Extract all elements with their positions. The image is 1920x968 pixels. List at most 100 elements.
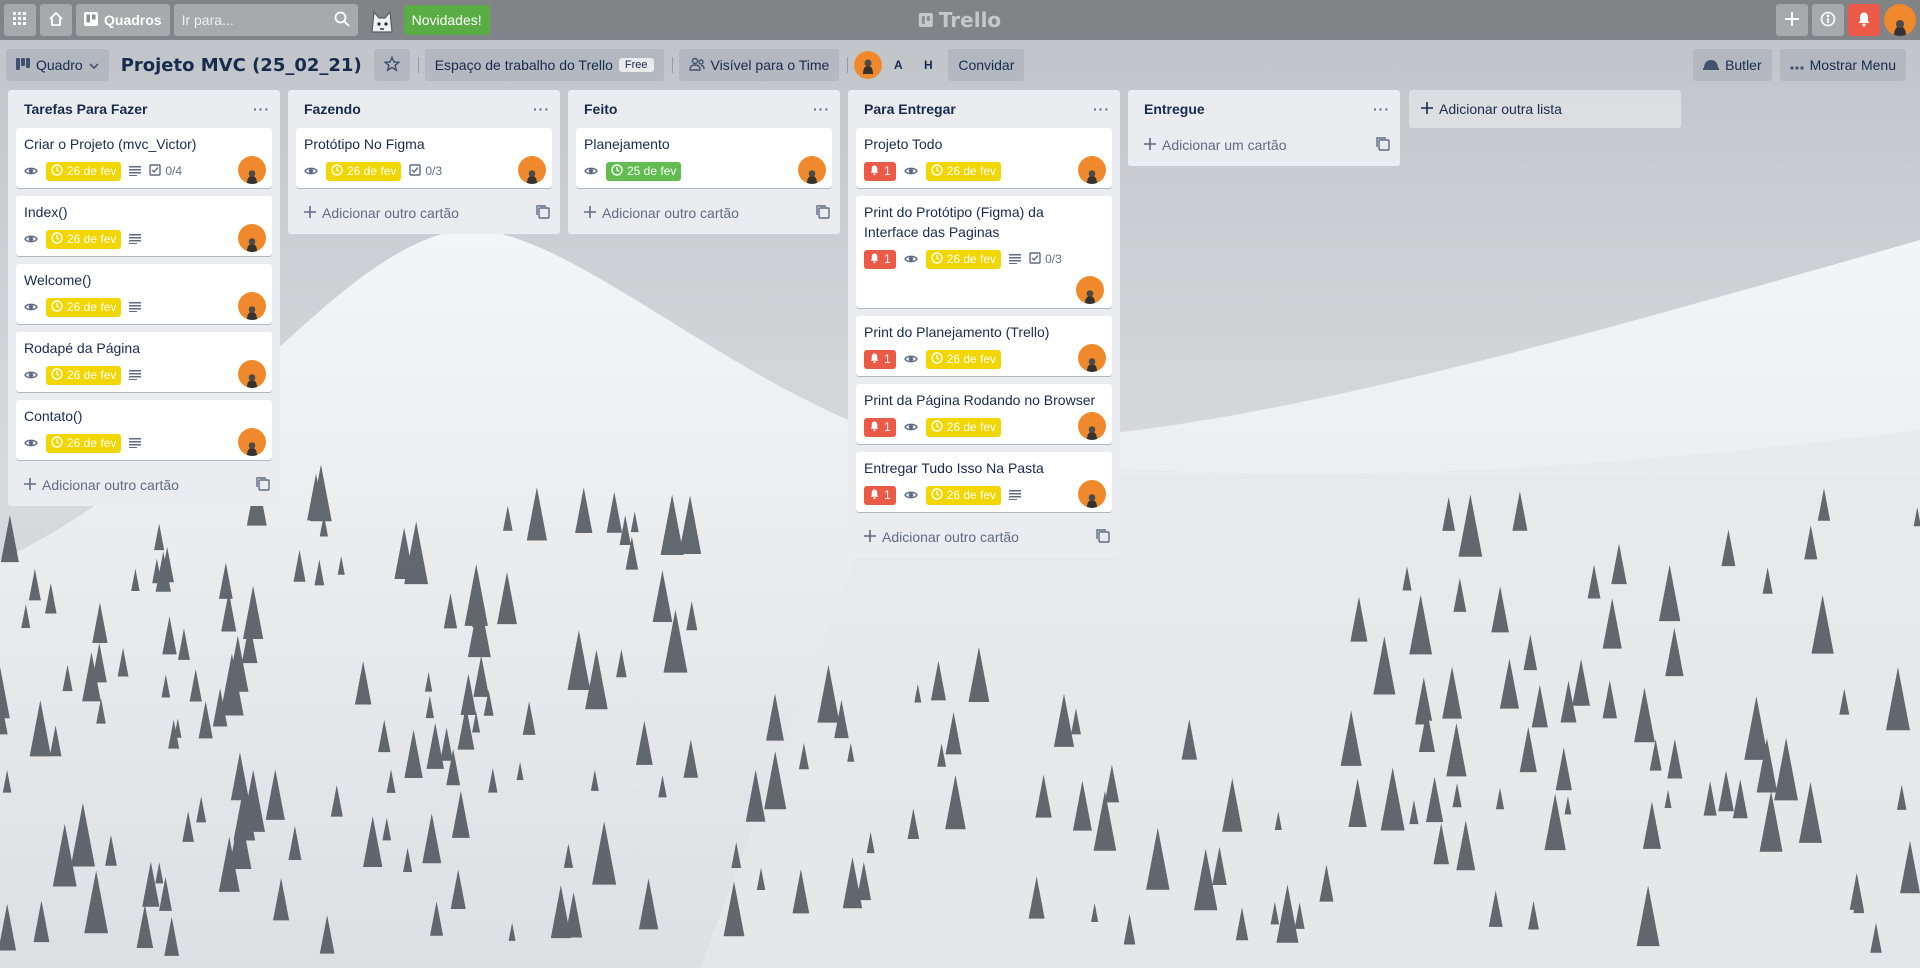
trello-logo[interactable]: Trello (918, 8, 1001, 32)
top-header: Quadros Novidades! Trello (0, 0, 1920, 40)
add-card-link[interactable]: Adicionar um cartão (1144, 137, 1287, 153)
checklist-badge: 0/3 (1029, 251, 1062, 267)
home-button[interactable] (40, 4, 72, 36)
due-date-badge[interactable]: 26 de fev (925, 485, 1002, 505)
member-initial[interactable]: H (914, 51, 942, 79)
list-card[interactable]: Projeto Todo 1 26 de fev (856, 128, 1112, 188)
taco-mascot-icon[interactable] (364, 2, 400, 38)
list-card[interactable]: Contato() 26 de fev (16, 400, 272, 460)
search-icon[interactable] (334, 11, 350, 30)
list-title[interactable]: Para Entregar (864, 101, 956, 117)
add-list-button[interactable]: Adicionar outra lista (1409, 90, 1681, 128)
member-avatar[interactable] (238, 156, 266, 184)
list-card[interactable]: Print do Planejamento (Trello) 1 26 de fev (856, 316, 1112, 376)
list-title[interactable]: Feito (584, 101, 617, 117)
due-date-badge[interactable]: 25 de fev (606, 161, 682, 181)
member-avatar[interactable] (238, 224, 266, 252)
list-menu-icon[interactable]: ··· (533, 101, 550, 117)
show-menu-button[interactable]: Mostrar Menu (1779, 49, 1906, 81)
visibility-button[interactable]: Visível para o Time (678, 49, 840, 81)
butler-button[interactable]: Butler (1693, 49, 1772, 81)
member-avatar[interactable] (798, 156, 826, 184)
account-avatar[interactable] (1884, 4, 1916, 36)
list-menu-icon[interactable]: ··· (253, 101, 270, 117)
notifications-button[interactable] (1848, 4, 1880, 36)
due-date-badge[interactable]: 26 de fev (46, 161, 122, 181)
card-badges: 1 26 de fev (864, 346, 1104, 372)
add-card-label: Adicionar outro cartão (882, 529, 1019, 545)
description-icon (1009, 487, 1022, 503)
list-card[interactable]: Print do Protótipo (Figma) da Interface … (856, 196, 1112, 308)
star-board-button[interactable] (373, 49, 410, 81)
add-card-button[interactable]: Adicionar outro cartão (8, 468, 280, 502)
due-date-badge[interactable]: 26 de fev (46, 365, 122, 385)
list-title[interactable]: Entregue (1144, 101, 1205, 117)
butler-icon (1703, 57, 1720, 73)
due-date-badge[interactable]: 26 de fev (46, 433, 122, 453)
member-avatar[interactable] (238, 428, 266, 456)
boards-label: Quadros (104, 12, 162, 28)
due-date-badge[interactable]: 26 de fev (46, 229, 122, 249)
list-title[interactable]: Fazendo (304, 101, 361, 117)
apps-button[interactable] (4, 4, 36, 36)
card-template-icon[interactable] (256, 476, 270, 494)
list-card[interactable]: Rodapé da Página 26 de fev (16, 332, 272, 392)
card-template-icon[interactable] (1096, 528, 1110, 546)
card-template-icon[interactable] (536, 204, 550, 222)
member-avatar[interactable] (238, 292, 266, 320)
list-column: Fazendo ··· Protótipo No Figma 26 de fev 0/3… (288, 90, 560, 234)
checklist-icon (1029, 251, 1041, 267)
member-initial[interactable]: A (884, 51, 912, 79)
list-menu-icon[interactable]: ··· (813, 101, 830, 117)
list-header: Fazendo ··· (288, 90, 560, 128)
member-avatar[interactable] (518, 156, 546, 184)
add-card-button[interactable]: Adicionar outro cartão (568, 196, 840, 230)
list-card[interactable]: Criar o Projeto (mvc_Victor) 26 de fev 0/4 (16, 128, 272, 188)
list-title[interactable]: Tarefas Para Fazer (24, 101, 147, 117)
checklist-count: 0/3 (425, 164, 443, 178)
due-date-badge[interactable]: 26 de fev (326, 161, 402, 181)
due-date-badge[interactable]: 26 de fev (925, 249, 1002, 269)
board-title[interactable]: Projeto MVC (25_02_21) (113, 55, 374, 76)
member-avatar[interactable] (854, 51, 883, 79)
due-date-badge[interactable]: 26 de fev (925, 161, 1002, 181)
workspace-button[interactable]: Espaço de trabalho do Trello Free (424, 49, 664, 81)
add-card-button[interactable]: Adicionar um cartão (1128, 128, 1400, 162)
card-template-icon[interactable] (1376, 136, 1390, 154)
news-button[interactable]: Novidades! (403, 5, 490, 35)
list-card[interactable]: Protótipo No Figma 26 de fev 0/3 (296, 128, 552, 188)
member-avatar[interactable] (1078, 412, 1106, 440)
info-button[interactable] (1812, 4, 1844, 36)
due-date-badge[interactable]: 26 de fev (46, 297, 122, 317)
list-card[interactable]: Planejamento 25 de fev (576, 128, 832, 188)
list-menu-icon[interactable]: ··· (1373, 101, 1390, 117)
due-date-badge[interactable]: 26 de fev (925, 349, 1002, 369)
list-card[interactable]: Print da Página Rodando no Browser 1 26 de… (856, 384, 1112, 444)
list-card[interactable]: Welcome() 26 de fev (16, 264, 272, 324)
search-box[interactable] (173, 4, 358, 36)
list-menu-icon[interactable]: ··· (1093, 101, 1110, 117)
invite-button[interactable]: Convidar (948, 49, 1025, 81)
search-input[interactable] (181, 12, 322, 28)
add-card-label: Adicionar um cartão (1162, 137, 1287, 153)
list-column: Feito ··· Planejamento 25 de fev Adicionar o… (568, 90, 840, 234)
boards-button[interactable]: Quadros (76, 4, 170, 36)
member-avatar[interactable] (1078, 344, 1106, 372)
member-avatar[interactable] (1078, 480, 1106, 508)
list-card[interactable]: Entregar Tudo Isso Na Pasta 1 26 de fev (856, 452, 1112, 512)
add-card-link[interactable]: Adicionar outro cartão (584, 205, 739, 221)
member-avatar[interactable] (238, 360, 266, 388)
due-date-badge[interactable]: 26 de fev (925, 417, 1002, 437)
list-card[interactable]: Index() 26 de fev (16, 196, 272, 256)
add-card-button[interactable]: Adicionar outro cartão (848, 520, 1120, 554)
add-card-link[interactable]: Adicionar outro cartão (304, 205, 459, 221)
add-card-link[interactable]: Adicionar outro cartão (864, 529, 1019, 545)
card-template-icon[interactable] (816, 204, 830, 222)
board-view-icon (16, 57, 30, 73)
view-switcher-button[interactable]: Quadro (6, 49, 109, 81)
create-button[interactable] (1776, 4, 1808, 36)
add-card-button[interactable]: Adicionar outro cartão (288, 196, 560, 230)
add-card-link[interactable]: Adicionar outro cartão (24, 477, 179, 493)
member-avatar[interactable] (1078, 156, 1106, 184)
member-avatar[interactable] (1076, 276, 1104, 304)
